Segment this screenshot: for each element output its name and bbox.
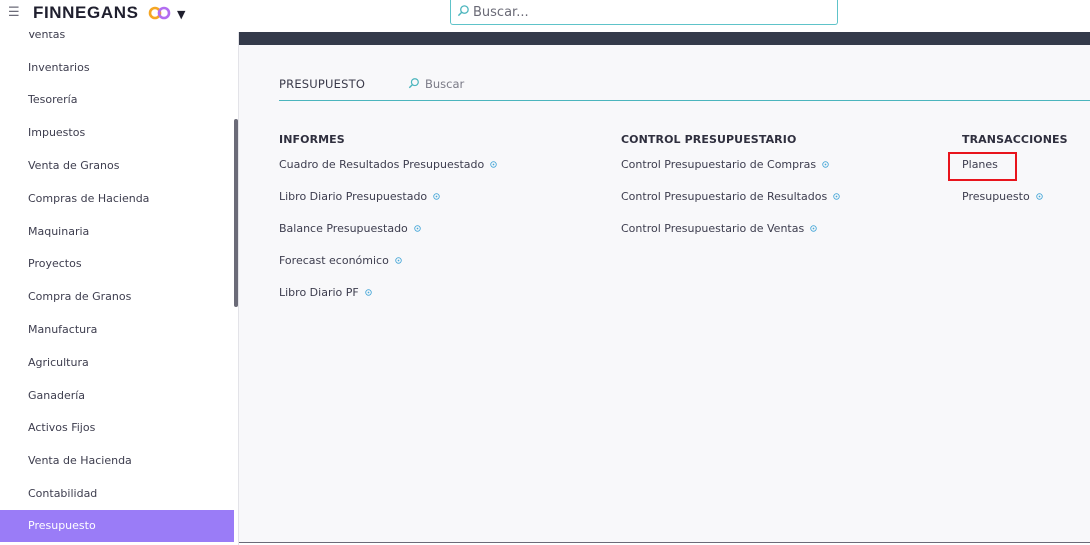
global-search-input[interactable] (473, 3, 823, 21)
module-search-input[interactable] (425, 75, 625, 93)
help-icon[interactable] (414, 225, 421, 232)
global-search-box (450, 0, 838, 25)
highlight-box (948, 152, 1017, 181)
help-icon[interactable] (490, 161, 497, 168)
sidebar-item-inventarios[interactable]: Inventarios (0, 52, 234, 84)
link-label[interactable]: Forecast económico (279, 254, 389, 267)
link-libro-diario-presupuestado[interactable]: Libro Diario Presupuestado (279, 190, 440, 203)
page-title: PRESUPUESTO (279, 77, 366, 91)
top-bar: ☰ FINNEGANS ▼ (0, 0, 1090, 32)
sidebar-item-venta-de-hacienda[interactable]: Venta de Hacienda (0, 445, 234, 477)
sidebar-item-activos-fijos[interactable]: Activos Fijos (0, 412, 234, 444)
link-label[interactable]: Libro Diario PF (279, 286, 359, 299)
link-label[interactable]: Control Presupuestario de Ventas (621, 222, 804, 235)
link-label[interactable]: Balance Presupuestado (279, 222, 408, 235)
module-header: PRESUPUESTO (279, 75, 1090, 101)
link-label[interactable]: Presupuesto (962, 190, 1030, 203)
sidebar-item-ventas[interactable]: Ventas (0, 32, 234, 51)
chevron-down-icon[interactable]: ▼ (177, 8, 185, 21)
link-libro-diario-pf[interactable]: Libro Diario PF (279, 286, 372, 299)
link-cuadro-resultados[interactable]: Cuadro de Resultados Presupuestado (279, 158, 497, 171)
help-icon[interactable] (433, 193, 440, 200)
search-icon (408, 78, 419, 89)
link-control-ventas[interactable]: Control Presupuestario de Ventas (621, 222, 817, 235)
link-control-compras[interactable]: Control Presupuestario de Compras (621, 158, 829, 171)
sidebar-scrollbar[interactable] (234, 119, 238, 307)
link-label[interactable]: Control Presupuestario de Resultados (621, 190, 827, 203)
sidebar-item-compras-de-hacienda[interactable]: Compras de Hacienda (0, 183, 234, 215)
help-icon[interactable] (810, 225, 817, 232)
help-icon[interactable] (822, 161, 829, 168)
sidebar-item-presupuesto[interactable]: Presupuesto (0, 510, 234, 542)
link-label[interactable]: Libro Diario Presupuestado (279, 190, 427, 203)
main-content: PRESUPUESTO INFORMES Cuadro de Resultado… (239, 45, 1090, 543)
brand-name[interactable]: FINNEGANS (33, 3, 139, 23)
section-title-informes: INFORMES (279, 133, 345, 146)
sidebar-item-tesoreria[interactable]: Tesorería (0, 84, 234, 116)
section-title-control: CONTROL PRESUPUESTARIO (621, 133, 797, 146)
menu-icon[interactable]: ☰ (8, 5, 20, 20)
content-header-bar (239, 32, 1090, 45)
link-forecast-economico[interactable]: Forecast económico (279, 254, 402, 267)
sidebar-item-agricultura[interactable]: Agricultura (0, 347, 234, 379)
link-control-resultados[interactable]: Control Presupuestario de Resultados (621, 190, 840, 203)
sidebar-item-venta-de-granos[interactable]: Venta de Granos (0, 150, 234, 182)
link-label[interactable]: Control Presupuestario de Compras (621, 158, 816, 171)
help-icon[interactable] (364, 289, 372, 296)
link-balance-presupuestado[interactable]: Balance Presupuestado (279, 222, 421, 235)
sidebar: Ventas Inventarios Tesorería Impuestos V… (0, 32, 239, 545)
brand-logo-icon (148, 6, 171, 20)
link-presupuesto[interactable]: Presupuesto (962, 190, 1043, 203)
help-icon[interactable] (395, 257, 402, 264)
sidebar-item-compra-de-granos[interactable]: Compra de Granos (0, 281, 234, 313)
sidebar-item-manufactura[interactable]: Manufactura (0, 314, 234, 346)
section-title-transacciones: TRANSACCIONES (962, 133, 1068, 146)
help-icon[interactable] (1035, 193, 1043, 200)
sidebar-item-contabilidad[interactable]: Contabilidad (0, 478, 234, 510)
search-icon (457, 5, 469, 17)
sidebar-item-ganaderia[interactable]: Ganadería (0, 380, 234, 412)
link-label[interactable]: Cuadro de Resultados Presupuestado (279, 158, 484, 171)
help-icon[interactable] (833, 193, 840, 200)
sidebar-item-proyectos[interactable]: Proyectos (0, 248, 234, 280)
sidebar-item-impuestos[interactable]: Impuestos (0, 117, 234, 149)
sidebar-item-maquinaria[interactable]: Maquinaria (0, 216, 234, 248)
